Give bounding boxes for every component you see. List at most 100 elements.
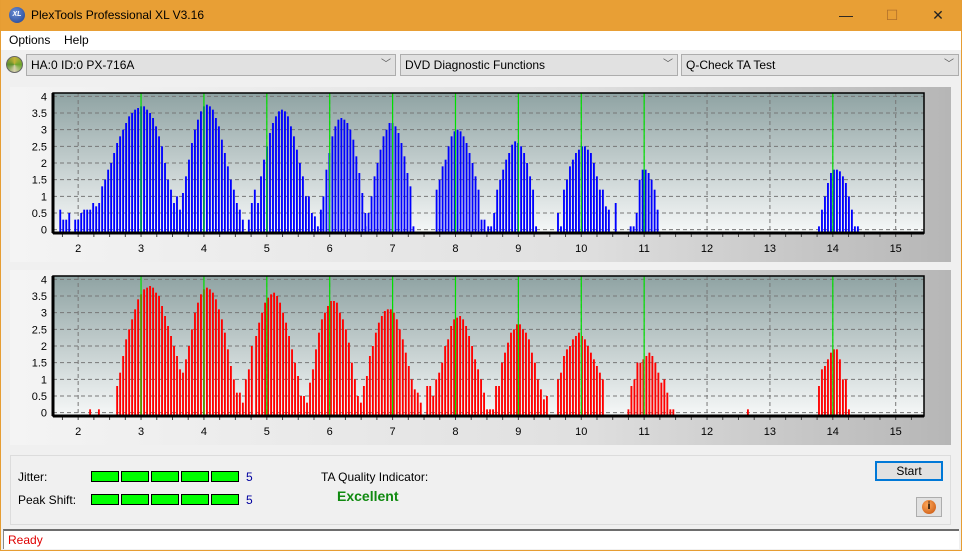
histogram-bar	[641, 169, 644, 233]
histogram-bar	[340, 118, 343, 233]
histogram-bar	[595, 176, 598, 233]
histogram-bar	[419, 402, 422, 416]
y-tick-label: 3	[41, 125, 47, 137]
x-tick-label: 14	[827, 243, 839, 255]
histogram-bar	[830, 173, 832, 233]
histogram-bar	[125, 339, 128, 416]
chart-bottom-panel: 0 0.5 1 1.5 2 2.5 3 3.5 4 2 3 4 5 6 7 8 9 10 11 12 13 14 15	[10, 270, 951, 445]
histogram-bar	[170, 189, 172, 233]
histogram-bar	[288, 336, 290, 416]
histogram-bar	[584, 146, 586, 233]
histogram-bar	[134, 109, 137, 233]
histogram-bar	[263, 159, 265, 233]
histogram-bar	[128, 329, 131, 416]
histogram-bar	[312, 369, 314, 416]
maximize-button[interactable]: ☐	[869, 0, 915, 31]
histogram-bar	[349, 129, 352, 233]
histogram-bar	[209, 289, 211, 416]
histogram-bar	[185, 359, 187, 416]
histogram-bar	[650, 179, 653, 233]
x-tick-label: 8	[452, 243, 458, 255]
histogram-bar	[287, 116, 289, 233]
histogram-bar	[604, 206, 607, 233]
histogram-bar	[584, 339, 586, 416]
histogram-bar	[244, 379, 247, 416]
histogram-bar	[264, 302, 267, 416]
info-button[interactable]: i	[916, 497, 942, 517]
histogram-bar	[438, 179, 441, 233]
histogram-bar	[282, 312, 284, 416]
histogram-bar	[630, 386, 633, 416]
test-select[interactable]: Q-Check TA Test ﹀	[681, 54, 959, 76]
histogram-bar	[143, 289, 146, 416]
histogram-bar	[827, 359, 829, 416]
jitter-meter-segment	[211, 471, 239, 482]
histogram-bar	[657, 372, 660, 416]
chart-bottom: 0 0.5 1 1.5 2 2.5 3 3.5 4 2 3 4 5 6 7 8 9 10 11 12 13 14 15	[32, 274, 925, 438]
histogram-bar	[258, 322, 261, 416]
histogram-bar	[131, 319, 134, 416]
y-tick-label: 0.5	[32, 208, 47, 220]
histogram-bar	[98, 203, 101, 233]
function-group-select[interactable]: DVD Diagnostic Functions ﹀	[400, 54, 678, 76]
histogram-bar	[462, 319, 465, 416]
histogram-bar	[465, 143, 468, 233]
histogram-bar	[374, 332, 377, 416]
histogram-bar	[663, 379, 666, 416]
histogram-bar	[279, 302, 282, 416]
title-bar: XL PlexTools Professional XL V3.16 — ☐ ✕	[1, 0, 961, 31]
ta-quality-value: Excellent	[337, 488, 399, 504]
histogram-bar	[241, 219, 244, 233]
chevron-down-icon: ﹀	[381, 59, 391, 70]
histogram-bar	[633, 379, 636, 416]
drive-select[interactable]: HA:0 ID:0 PX-716A ﹀	[26, 54, 396, 76]
histogram-bar	[215, 299, 217, 416]
histogram-bar	[223, 332, 226, 416]
app-logo-icon: XL	[9, 7, 25, 23]
histogram-bar	[359, 402, 362, 416]
menu-options[interactable]: Options	[9, 33, 50, 47]
histogram-bar	[247, 369, 250, 416]
histogram-bar	[653, 189, 656, 233]
histogram-bar	[376, 163, 379, 233]
histogram-bar	[404, 352, 407, 416]
histogram-bar	[496, 189, 499, 233]
menu-help[interactable]: Help	[64, 33, 89, 47]
histogram-bar	[836, 349, 838, 416]
histogram-bar	[511, 144, 514, 233]
drive-select-value: HA:0 ID:0 PX-716A	[31, 58, 135, 72]
histogram-bar	[389, 309, 392, 416]
histogram-bar	[185, 176, 187, 233]
close-button[interactable]: ✕	[915, 0, 961, 31]
histogram-bar	[474, 359, 477, 416]
histogram-bar	[358, 173, 361, 233]
start-button[interactable]: Start	[875, 461, 943, 481]
histogram-bar	[301, 176, 304, 233]
histogram-bar	[250, 203, 253, 233]
x-tick-label: 13	[764, 426, 776, 438]
histogram-bar	[119, 136, 122, 233]
minimize-button[interactable]: —	[823, 0, 869, 31]
histogram-bar	[247, 219, 250, 233]
histogram-bar	[569, 346, 571, 416]
ta-quality-label: TA Quality Indicator:	[321, 470, 429, 484]
histogram-bar	[125, 123, 128, 233]
histogram-bar	[158, 296, 160, 416]
histogram-bar	[297, 376, 299, 416]
histogram-bar	[380, 316, 383, 416]
histogram-bar	[300, 396, 302, 416]
histogram-bar	[330, 301, 332, 416]
histogram-bar	[191, 329, 193, 416]
histogram-bar	[336, 302, 338, 416]
histogram-bar	[821, 209, 823, 233]
histogram-bar	[523, 153, 526, 233]
histogram-bar	[514, 141, 517, 233]
histogram-bar	[152, 118, 154, 233]
histogram-bar	[520, 146, 523, 233]
histogram-bar	[327, 306, 329, 416]
histogram-bar	[272, 123, 274, 233]
histogram-bar	[291, 349, 293, 416]
histogram-bar	[578, 149, 580, 233]
x-tick-label: 2	[75, 243, 81, 255]
histogram-bar	[647, 173, 650, 233]
